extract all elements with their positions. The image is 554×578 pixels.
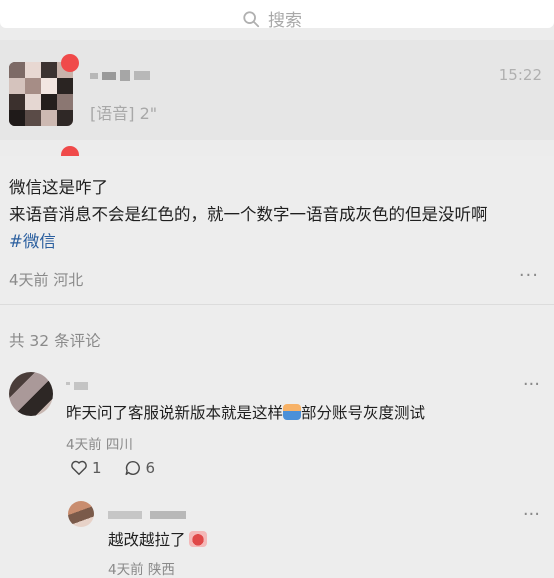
search-bar: 搜索: [0, 0, 554, 31]
reply-meta: 4天前 陕西: [108, 562, 175, 578]
reply-count: 6: [145, 459, 156, 477]
reply-text: 越改越拉了: [108, 528, 207, 550]
boat-emoji-icon: [283, 404, 302, 420]
chat-list-item: 15:22 [语音] 2": [0, 40, 554, 140]
chat-time: 15:22: [498, 66, 542, 84]
blurred-commenter-name: [66, 382, 88, 390]
post-time-location: 4天前 河北: [9, 271, 84, 289]
like-button[interactable]: 1: [70, 459, 102, 477]
blurred-replier-name: [108, 511, 186, 519]
chat-avatar: [9, 62, 73, 126]
comment-meta: 4天前 四川: [66, 437, 133, 453]
search-icon: [243, 10, 260, 27]
post-line: 微信这是咋了: [9, 178, 108, 197]
comment-bubble-icon: [125, 460, 140, 476]
like-count: 1: [92, 459, 102, 477]
replier-avatar[interactable]: [68, 501, 94, 527]
post-more-button[interactable]: ···: [519, 265, 539, 286]
chat-last-message: [语音] 2": [90, 104, 158, 123]
reply-more-button[interactable]: ···: [523, 504, 540, 525]
post-line: 来语音消息不会是红色的，就一个数字一语音成灰色的但是没听啊: [9, 205, 488, 224]
commenter-avatar[interactable]: [9, 372, 53, 416]
divider: [0, 304, 554, 305]
comment-actions: 1 6: [70, 459, 155, 477]
reply-button[interactable]: 6: [124, 459, 156, 477]
search-label: 搜索: [268, 11, 302, 31]
embedded-chat-screenshot: 搜索 15:22 [语音] 2": [0, 0, 554, 156]
comment-text: 昨天问了客服说新版本就是这样 部分账号灰度测试: [66, 401, 425, 423]
unread-dot: [61, 146, 79, 156]
comments-count: 共 32 条评论: [9, 332, 101, 350]
unread-dot: [61, 54, 79, 72]
comment-text-part: 昨天问了客服说新版本就是这样: [66, 404, 284, 422]
post-hashtag[interactable]: #微信: [9, 228, 488, 255]
heart-icon: [71, 460, 87, 476]
reply-text-part: 越改越拉了: [108, 531, 186, 549]
search-placeholder: 搜索: [242, 6, 302, 31]
comment-more-button[interactable]: ···: [523, 374, 540, 395]
post-content: 微信这是咋了 来语音消息不会是红色的，就一个数字一语音成灰色的但是没听啊 #微信: [9, 174, 488, 255]
angry-face-emoji-icon: [188, 531, 207, 547]
post: 微信这是咋了 来语音消息不会是红色的，就一个数字一语音成灰色的但是没听啊 #微信…: [0, 156, 554, 578]
post-meta: 4天前 河北 ···: [9, 265, 539, 290]
comment-text-part: 部分账号灰度测试: [301, 404, 426, 422]
blurred-contact-name: [90, 70, 150, 81]
